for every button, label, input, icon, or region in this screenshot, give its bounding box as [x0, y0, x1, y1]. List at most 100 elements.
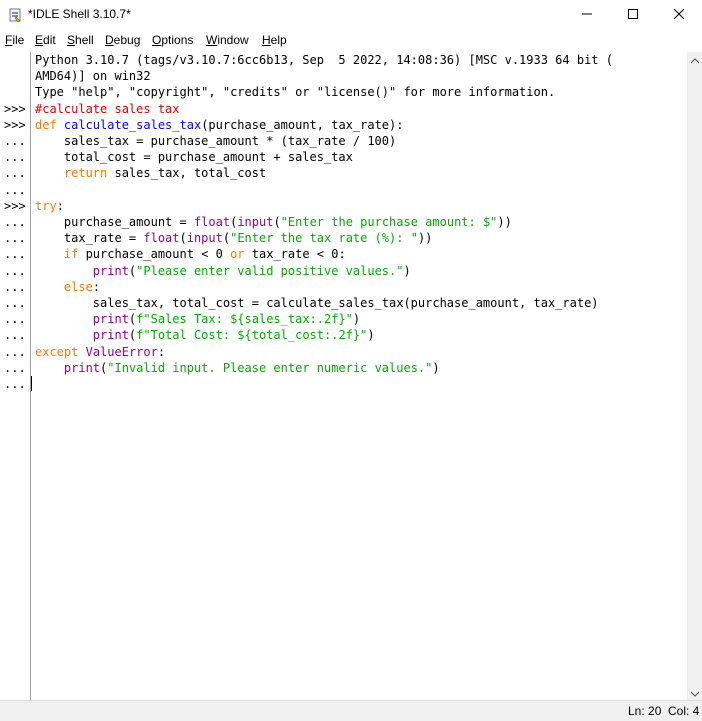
close-button[interactable]: [656, 0, 702, 30]
code-token: (purchase_amount, tax_rate):: [201, 117, 404, 132]
code-token: sales_tax, total_cost = calculate_sales_…: [35, 296, 599, 310]
code-token: :: [157, 344, 166, 359]
prompt-marker: ...: [4, 263, 26, 278]
code-line: else:: [35, 279, 100, 295]
code-token: except: [35, 344, 79, 359]
prompt-marker: ...: [4, 182, 26, 197]
prompt-marker: ...: [4, 377, 26, 391]
vertical-scrollbar[interactable]: [687, 52, 702, 700]
code-token: "Please enter valid positive values.": [136, 263, 404, 278]
scroll-thumb[interactable]: [689, 69, 700, 683]
code-line: print(f"Total Cost: ${total_cost:.2f}"): [35, 327, 375, 343]
code-token: tax_rate < 0:: [244, 247, 346, 262]
code-line: try:: [35, 198, 64, 214]
code-line: sales_tax, total_cost = calculate_sales_…: [35, 295, 599, 311]
prompt-marker: >>>: [4, 101, 26, 116]
menu-bar: File Edit Shell Debug Options Window Hel…: [0, 30, 702, 52]
code-line: print("Please enter valid positive value…: [35, 263, 411, 279]
chevron-up-icon: [690, 51, 699, 69]
code-line: print(f"Sales Tax: ${sales_tax:.2f}"): [35, 311, 360, 327]
code-line: print("Invalid input. Please enter numer…: [35, 360, 440, 376]
code-token: print: [92, 263, 129, 278]
status-column-number: Col: 4: [668, 704, 700, 718]
title-bar[interactable]: *IDLE Shell 3.10.7*: [0, 0, 702, 30]
code-token: "Invalid input. Please enter numeric val…: [107, 360, 433, 375]
prompt-marker: ...: [4, 296, 26, 310]
scroll-up-button[interactable]: [687, 52, 702, 67]
code-line: purchase_amount = float(input("Enter the…: [35, 214, 512, 230]
code-line: tax_rate = float(input("Enter the tax ra…: [35, 230, 433, 246]
menu-shell[interactable]: Shell: [67, 33, 94, 47]
prompt-marker: ...: [4, 328, 26, 343]
code-line: total_cost = purchase_amount + sales_tax: [35, 149, 353, 165]
code-token: calculate_sales_tax: [63, 117, 202, 132]
maximize-icon: [628, 6, 638, 24]
code-token: ): [432, 360, 440, 375]
code-token: ): [367, 328, 375, 343]
minimize-button[interactable]: [564, 0, 610, 30]
prompt-marker: ...: [4, 247, 26, 262]
code-token: ): [403, 263, 411, 278]
code-token: :: [92, 279, 101, 294]
code-line: sales_tax = purchase_amount * (tax_rate …: [35, 133, 396, 149]
maximize-button[interactable]: [610, 0, 656, 30]
code-token: (: [222, 231, 231, 246]
code-token: return: [63, 166, 108, 181]
text-cursor: [31, 376, 32, 391]
prompt-gutter: >>> >>>............ >>>...................…: [0, 52, 31, 700]
menu-window[interactable]: Window: [206, 33, 249, 47]
code-token: (: [273, 215, 281, 229]
shell-editor[interactable]: >>> >>>............ >>>...................…: [0, 52, 687, 700]
code-token: tax_rate =: [35, 231, 144, 246]
prompt-marker: ...: [4, 231, 26, 246]
menu-help[interactable]: Help: [262, 33, 287, 47]
code-line: return sales_tax, total_cost: [35, 165, 266, 181]
code-token: print: [92, 328, 129, 343]
status-bar: Ln: 20 Col: 4: [0, 700, 702, 721]
menu-file[interactable]: File: [5, 33, 24, 47]
minimize-icon: [582, 6, 592, 24]
code-token: f"Sales Tax: ${sales_tax:.2f}": [136, 312, 353, 327]
code-token: input: [186, 231, 223, 246]
prompt-marker: ...: [4, 344, 26, 359]
code-line: Type "help", "copyright", "credits" or "…: [35, 84, 555, 100]
code-token: ): [352, 312, 361, 327]
window-title: *IDLE Shell 3.10.7*: [28, 7, 131, 21]
code-token: )): [497, 215, 512, 229]
prompt-marker: >>>: [4, 198, 26, 213]
code-token: float: [143, 231, 180, 246]
status-line-number: Ln: 20: [628, 704, 662, 718]
code-line: AMD64)] on win32: [35, 68, 151, 84]
code-line: #calculate sales tax: [35, 101, 180, 117]
code-token: float: [193, 215, 231, 229]
code-token: "Enter the purchase amount: $": [280, 215, 498, 229]
menu-edit[interactable]: Edit: [35, 33, 56, 47]
code-token: Python 3.10.7 (tags/v3.10.7:6cc6b13, Sep…: [35, 53, 613, 67]
prompt-marker: ...: [4, 150, 26, 165]
code-token: if: [63, 247, 79, 262]
code-token: sales_tax, total_cost: [107, 166, 267, 181]
menu-debug[interactable]: Debug: [105, 33, 140, 47]
idle-app-icon: [7, 7, 23, 23]
code-token: "Enter the tax rate (%): ": [230, 231, 418, 246]
prompt-marker: ...: [4, 312, 26, 327]
scroll-down-button[interactable]: [687, 685, 702, 700]
code-token: AMD64)] on win32: [35, 69, 151, 84]
code-line: def calculate_sales_tax(purchase_amount,…: [35, 117, 403, 133]
prompt-marker: ...: [4, 134, 26, 148]
code-line: except ValueError:: [35, 344, 165, 360]
code-area[interactable]: Python 3.10.7 (tags/v3.10.7:6cc6b13, Sep…: [35, 52, 687, 700]
code-token: def: [35, 117, 64, 132]
code-token: purchase_amount < 0: [78, 247, 231, 262]
prompt-marker: ...: [4, 360, 26, 375]
prompt-marker: >>>: [4, 117, 26, 132]
menu-options[interactable]: Options: [152, 33, 193, 47]
code-token: sales_tax = purchase_amount * (tax_rate …: [35, 134, 397, 148]
